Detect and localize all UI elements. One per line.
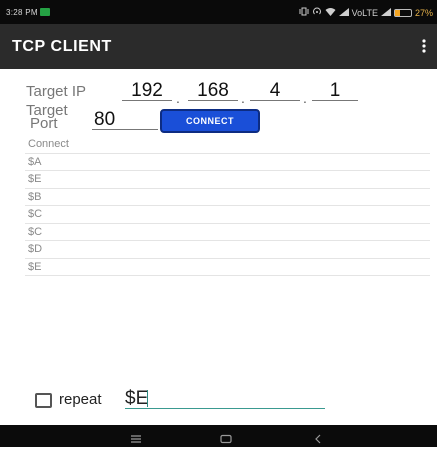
ip-dot-1: . xyxy=(176,90,180,106)
network-label: VoLTE xyxy=(351,7,378,18)
home-icon[interactable] xyxy=(220,431,232,449)
ip-dot-2: . xyxy=(241,90,245,106)
list-item: $B xyxy=(25,189,430,206)
list-item: Connect xyxy=(25,136,430,154)
status-icons: VoLTE 27% xyxy=(299,7,433,18)
list-item: $C xyxy=(25,224,430,241)
text-cursor xyxy=(147,390,149,408)
list-item: $E xyxy=(25,171,430,189)
ip-octet-2-input[interactable]: 168 xyxy=(188,80,238,101)
command-input[interactable]: $E xyxy=(125,388,325,409)
signal-icon xyxy=(338,7,349,18)
target-port-label: Target Port xyxy=(26,103,68,131)
app-title: TCP CLIENT xyxy=(12,38,112,55)
vibrate-icon xyxy=(299,7,309,18)
repeat-label: repeat xyxy=(59,391,102,408)
list-item: $C xyxy=(25,206,430,224)
status-time: 3:28 PM xyxy=(6,8,38,17)
navigation-bar xyxy=(0,425,437,447)
hotspot-icon xyxy=(312,7,322,18)
ip-octet-1-input[interactable]: 192 xyxy=(122,80,172,101)
wifi-icon xyxy=(325,7,336,18)
ip-octet-4-input[interactable]: 1 xyxy=(312,80,358,101)
list-item: $E xyxy=(25,259,430,276)
ip-dot-3: . xyxy=(303,90,307,106)
repeat-checkbox[interactable] xyxy=(35,393,52,408)
battery-icon xyxy=(393,8,412,17)
log-list: Connect $A $E $B $C $C $D $E xyxy=(25,136,430,276)
notification-icon xyxy=(40,8,50,16)
ip-octet-3-input[interactable]: 4 xyxy=(250,80,300,101)
connect-button[interactable]: CONNECT xyxy=(160,109,260,133)
app-bar: TCP CLIENT xyxy=(0,24,437,69)
command-value: $E xyxy=(125,388,149,409)
menu-icon[interactable] xyxy=(130,431,142,449)
overflow-menu-icon[interactable] xyxy=(421,37,427,55)
port-input[interactable]: 80 xyxy=(92,109,158,130)
back-icon[interactable] xyxy=(313,431,323,449)
list-item: $A xyxy=(25,154,430,171)
battery-percent: 27% xyxy=(414,7,433,18)
status-bar: 3:28 PM VoLTE 27% xyxy=(0,0,437,24)
target-ip-label: Target IP xyxy=(26,83,87,100)
list-item: $D xyxy=(25,241,430,259)
signal-icon-2 xyxy=(380,7,391,18)
